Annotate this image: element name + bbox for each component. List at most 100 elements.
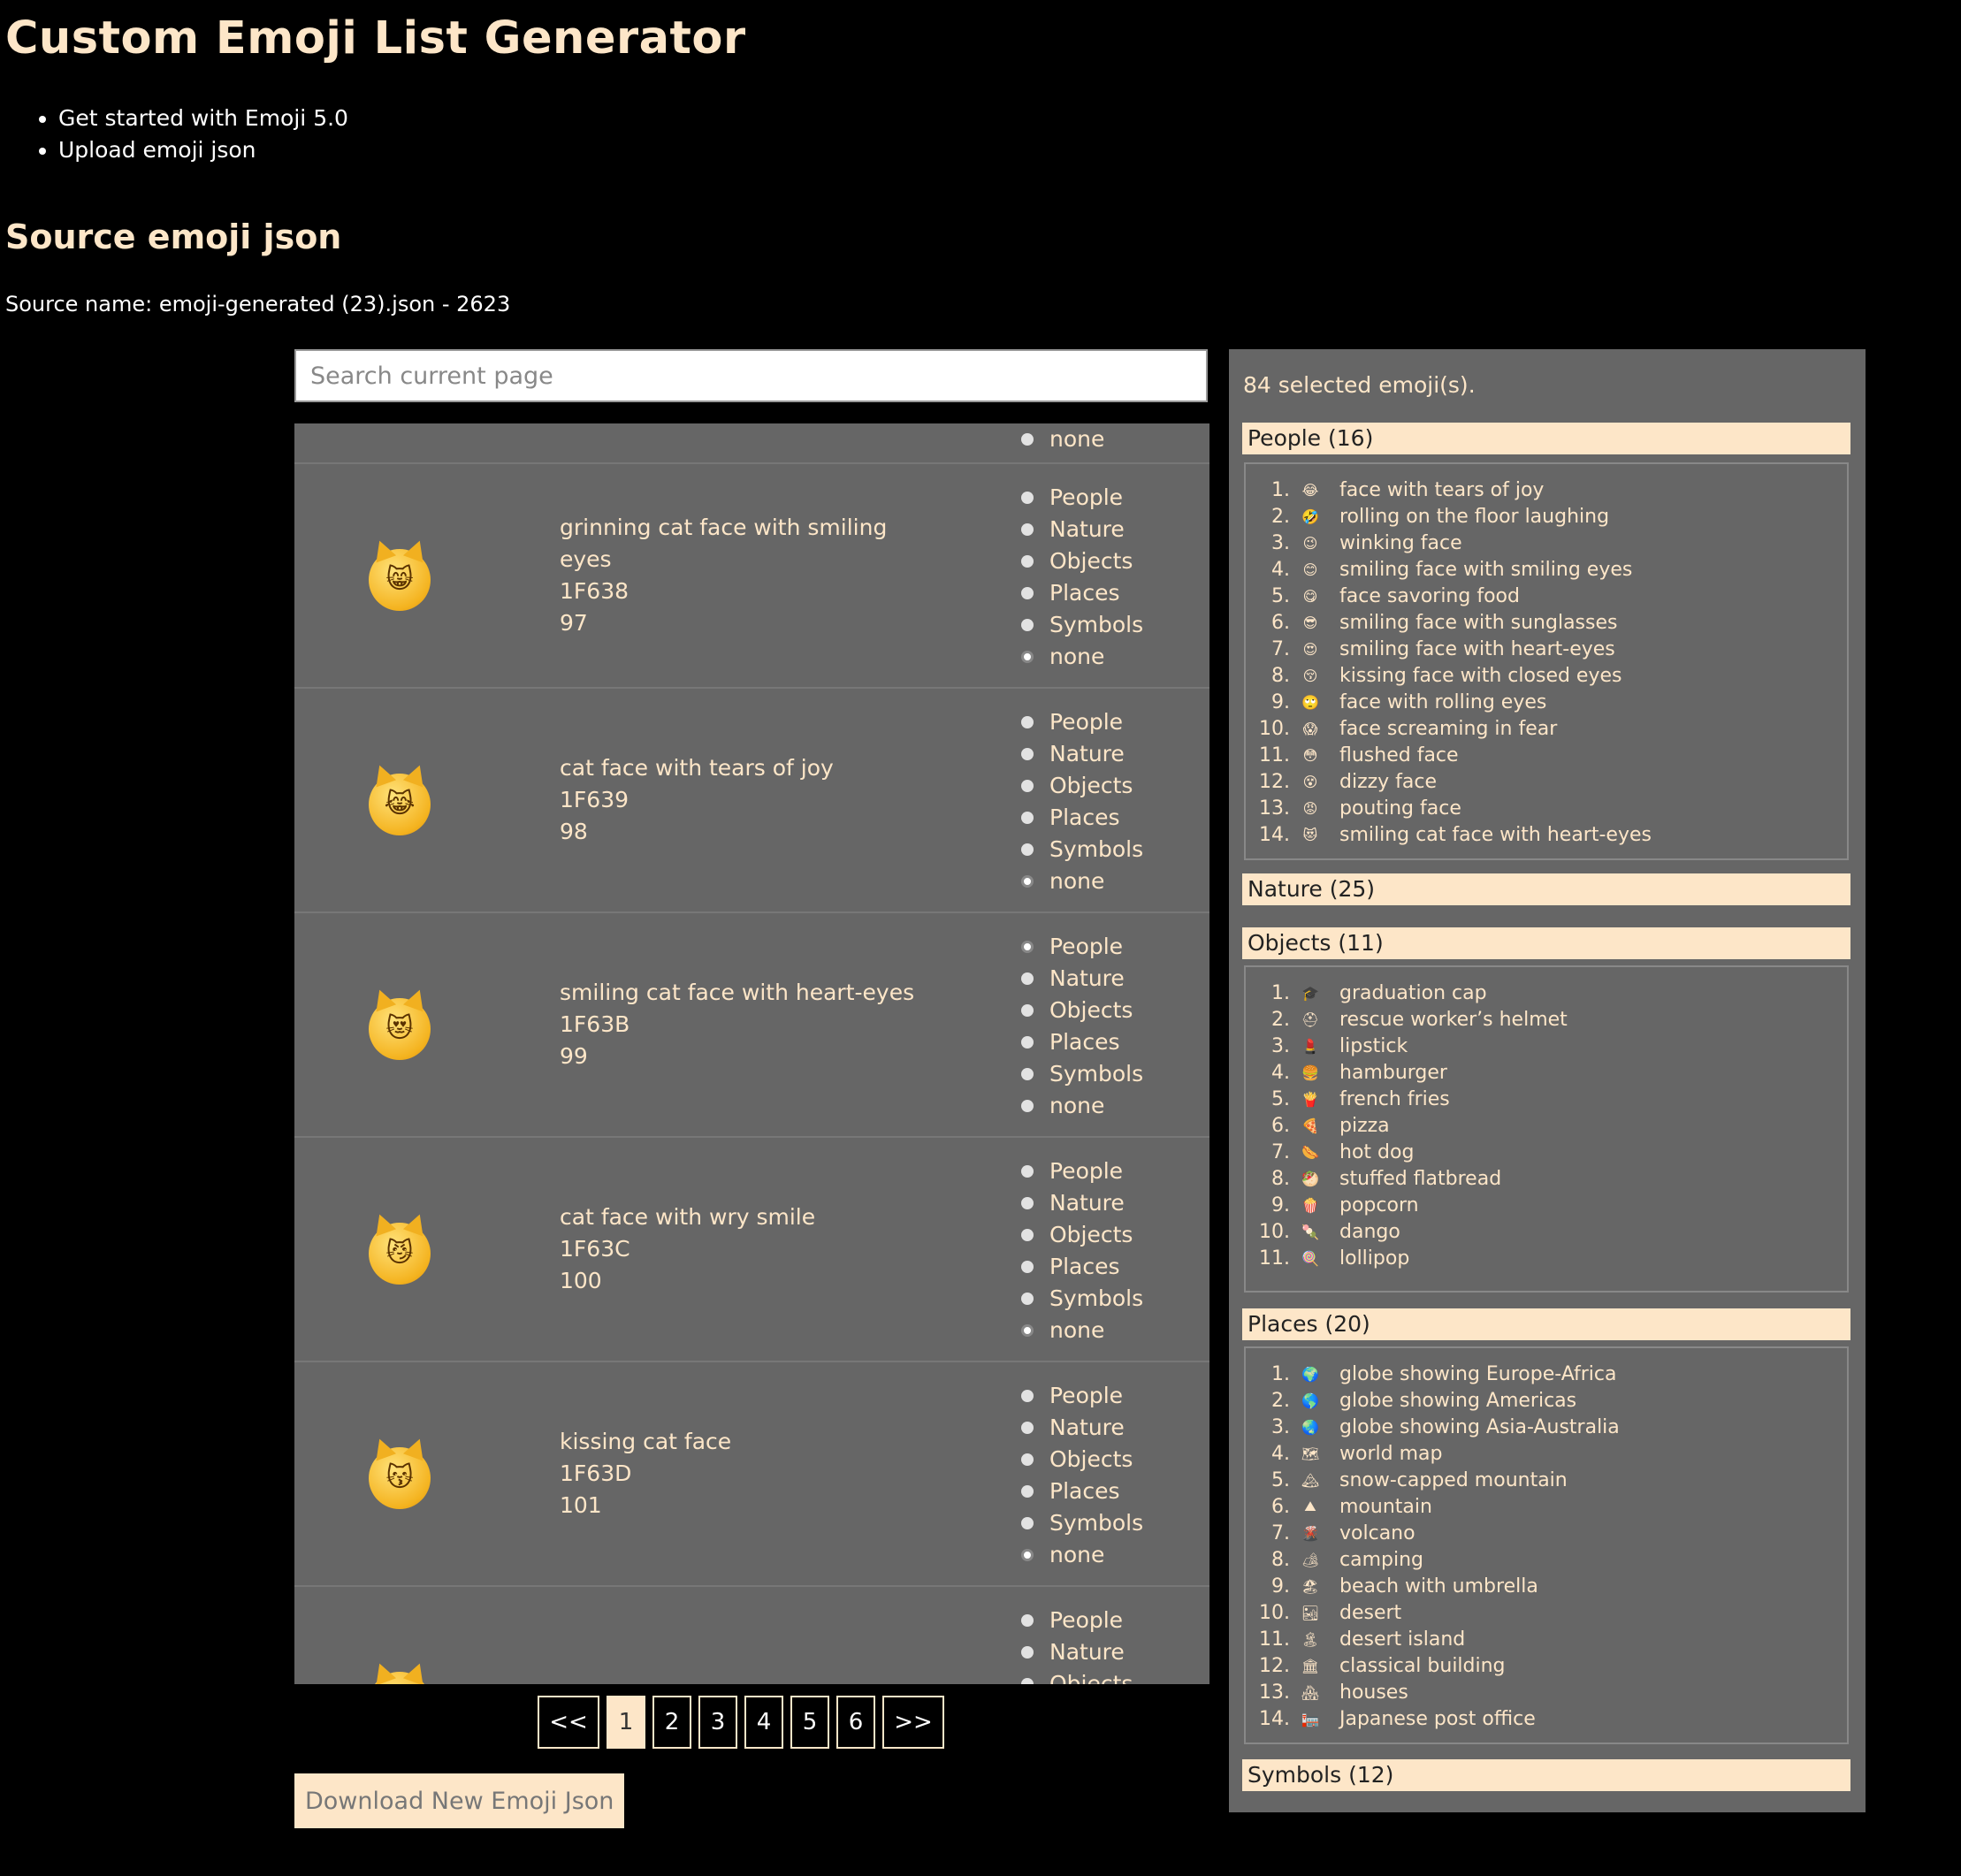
category-option-objects[interactable]: Objects xyxy=(1021,995,1143,1026)
radio-button[interactable] xyxy=(1021,941,1034,953)
radio-button[interactable] xyxy=(1021,1100,1034,1112)
radio-button[interactable] xyxy=(1021,748,1034,760)
radio-button[interactable] xyxy=(1021,619,1034,631)
category-option-people[interactable]: People xyxy=(1021,706,1143,738)
selected-emoji-item: 11. 🍭 lollipop xyxy=(1246,1245,1847,1271)
radio-button[interactable] xyxy=(1021,843,1034,856)
category-option-objects[interactable]: Objects xyxy=(1021,545,1143,577)
emoji-info: weary cat face xyxy=(560,1682,931,1684)
category-option-symbols[interactable]: Symbols xyxy=(1021,609,1143,641)
group-list-people[interactable]: 1. 😂 face with tears of joy 2. 🤣 rolling on t… xyxy=(1244,462,1849,860)
prev-page-button[interactable]: << xyxy=(538,1696,599,1749)
category-option-none[interactable]: none xyxy=(1021,1315,1143,1346)
category-option-symbols[interactable]: Symbols xyxy=(1021,834,1143,866)
group-header-people[interactable]: People (16) xyxy=(1242,423,1850,454)
group-list-objects[interactable]: 1. 🎓 graduation cap 2. ⛑ rescue worker’s helm… xyxy=(1244,965,1849,1293)
category-option-symbols[interactable]: Symbols xyxy=(1021,1058,1143,1090)
category-option-objects[interactable]: Objects xyxy=(1021,1668,1143,1684)
radio-button[interactable] xyxy=(1021,1293,1034,1305)
page-button-4[interactable]: 4 xyxy=(744,1696,783,1749)
emoji-index: 101 xyxy=(560,1492,602,1518)
category-option-none[interactable]: none xyxy=(1021,866,1143,897)
category-option-people[interactable]: People xyxy=(1021,1380,1143,1412)
emoji-code: 1F63B xyxy=(560,1011,630,1037)
radio-button[interactable] xyxy=(1021,555,1034,568)
category-option-none[interactable]: none xyxy=(1021,641,1143,673)
radio-button[interactable] xyxy=(1021,812,1034,824)
search-input[interactable] xyxy=(294,349,1208,402)
group-header-nature[interactable]: Nature (25) xyxy=(1242,873,1850,905)
group-header-symbols[interactable]: Symbols (12) xyxy=(1242,1759,1850,1791)
category-option-people[interactable]: People xyxy=(1021,1155,1143,1187)
page-button-1[interactable]: 1 xyxy=(607,1696,645,1749)
category-option-places[interactable]: Places xyxy=(1021,1476,1143,1507)
get-started-link[interactable]: Get started with Emoji 5.0 xyxy=(58,103,348,134)
category-option-places[interactable]: Places xyxy=(1021,802,1143,834)
radio-button[interactable] xyxy=(1021,1197,1034,1209)
radio-button[interactable] xyxy=(1021,492,1034,504)
category-option-people[interactable]: People xyxy=(1021,1605,1143,1636)
radio-button[interactable] xyxy=(1021,1165,1034,1178)
page-button-6[interactable]: 6 xyxy=(836,1696,875,1749)
radio-button[interactable] xyxy=(1021,1036,1034,1049)
radio-button[interactable] xyxy=(1021,1614,1034,1627)
next-page-button[interactable]: >> xyxy=(882,1696,944,1749)
group-list-places[interactable]: 1. 🌍 globe showing Europe-Africa 2. 🌎 globe s… xyxy=(1244,1346,1849,1744)
radio-button[interactable] xyxy=(1021,1068,1034,1080)
category-option-nature[interactable]: Nature xyxy=(1021,963,1143,995)
category-option-places[interactable]: Places xyxy=(1021,1026,1143,1058)
category-option-nature[interactable]: Nature xyxy=(1021,1412,1143,1444)
category-option-objects[interactable]: Objects xyxy=(1021,1219,1143,1251)
radio-button[interactable] xyxy=(1021,780,1034,792)
emoji-icon: 😻 xyxy=(1302,826,1318,843)
page-button-3[interactable]: 3 xyxy=(698,1696,737,1749)
radio-button[interactable] xyxy=(1021,1004,1034,1017)
page-button-2[interactable]: 2 xyxy=(652,1696,691,1749)
emoji-index: 97 xyxy=(560,610,588,636)
group-header-objects[interactable]: Objects (11) xyxy=(1242,927,1850,959)
radio-button[interactable] xyxy=(1021,716,1034,728)
radio-button[interactable] xyxy=(1021,875,1034,888)
radio-button[interactable] xyxy=(1021,433,1034,446)
category-option-none[interactable]: none xyxy=(1021,1539,1143,1571)
category-option-nature[interactable]: Nature xyxy=(1021,738,1143,770)
radio-button[interactable] xyxy=(1021,1678,1034,1684)
radio-button[interactable] xyxy=(1021,1229,1034,1241)
radio-button[interactable] xyxy=(1021,1646,1034,1659)
category-option-nature[interactable]: Nature xyxy=(1021,1636,1143,1668)
category-option-none[interactable]: none xyxy=(1021,1090,1143,1122)
upload-json-link[interactable]: Upload emoji json xyxy=(58,134,348,166)
category-option-objects[interactable]: Objects xyxy=(1021,770,1143,802)
radio-button[interactable] xyxy=(1021,1422,1034,1434)
category-option-people[interactable]: People xyxy=(1021,931,1143,963)
radio-button[interactable] xyxy=(1021,972,1034,985)
group-header-places[interactable]: Places (20) xyxy=(1242,1308,1850,1340)
radio-button[interactable] xyxy=(1021,1517,1034,1529)
radio-button[interactable] xyxy=(1021,587,1034,599)
page-button-5[interactable]: 5 xyxy=(790,1696,829,1749)
category-option-places[interactable]: Places xyxy=(1021,1251,1143,1283)
category-option-none[interactable]: none xyxy=(1021,423,1104,455)
radio-button[interactable] xyxy=(1021,1453,1034,1466)
category-label: none xyxy=(1049,1542,1105,1567)
radio-button[interactable] xyxy=(1021,523,1034,536)
category-label: Objects xyxy=(1049,1671,1133,1684)
radio-button[interactable] xyxy=(1021,1390,1034,1402)
category-option-symbols[interactable]: Symbols xyxy=(1021,1283,1143,1315)
emoji-list[interactable]: none 😸 grinning cat face with smiling eyes 1… xyxy=(294,423,1209,1684)
radio-button[interactable] xyxy=(1021,1485,1034,1498)
category-option-objects[interactable]: Objects xyxy=(1021,1444,1143,1476)
radio-button[interactable] xyxy=(1021,1261,1034,1273)
category-option-people[interactable]: People xyxy=(1021,482,1143,514)
category-option-nature[interactable]: Nature xyxy=(1021,514,1143,545)
radio-button[interactable] xyxy=(1021,1324,1034,1337)
radio-button[interactable] xyxy=(1021,651,1034,663)
download-button[interactable]: Download New Emoji Json xyxy=(294,1773,625,1828)
emoji-icon: 🎓 xyxy=(1301,984,1319,1002)
category-option-symbols[interactable]: Symbols xyxy=(1021,1507,1143,1539)
radio-button[interactable] xyxy=(1021,1549,1034,1561)
item-name: face screaming in fear xyxy=(1339,717,1558,740)
category-label: Places xyxy=(1049,1254,1120,1279)
category-option-places[interactable]: Places xyxy=(1021,577,1143,609)
category-option-nature[interactable]: Nature xyxy=(1021,1187,1143,1219)
